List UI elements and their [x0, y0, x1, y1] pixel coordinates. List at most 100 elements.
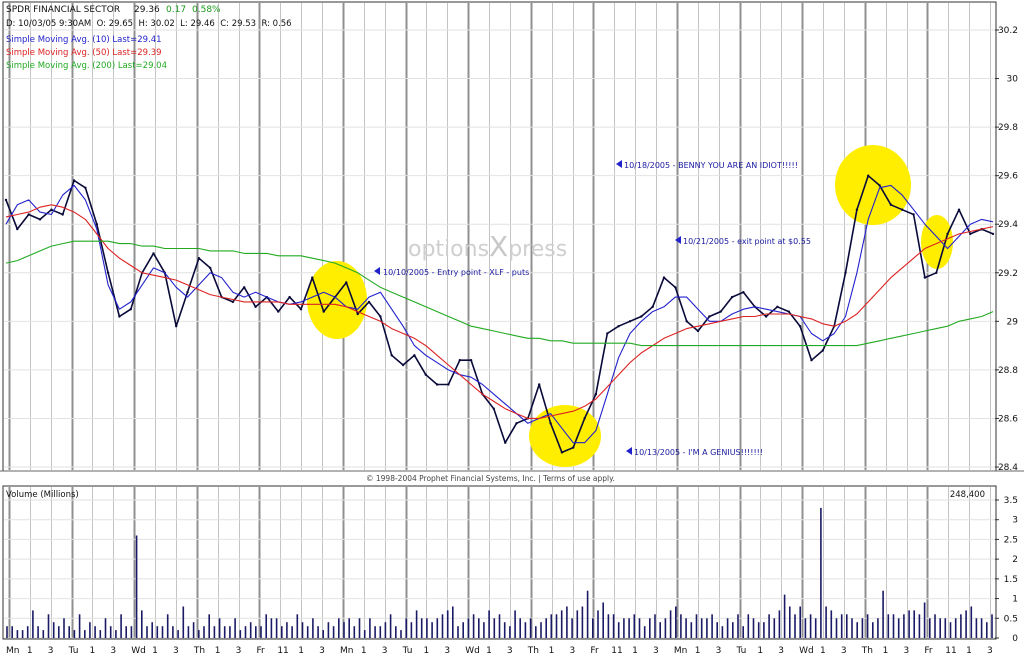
x-tick-label: 11 — [945, 646, 956, 656]
x-tick-label: 1 — [215, 646, 221, 656]
price-point — [469, 359, 473, 362]
x-tick-label: 3 — [319, 646, 325, 656]
price-point — [175, 325, 178, 328]
price-change-pct: 0.58% — [192, 5, 221, 15]
price-point — [50, 208, 53, 211]
price-point — [923, 276, 927, 279]
volume-tick-label: 0.5 — [1004, 614, 1018, 624]
annotation-genius-text: 10/13/2005 - I'M A GENIUS!!!!!!! — [634, 448, 763, 457]
volume-title: Volume (Millions) — [6, 490, 79, 500]
price-point — [61, 213, 64, 216]
price-point — [651, 305, 654, 308]
price-point — [458, 359, 461, 362]
price-point — [277, 310, 280, 313]
price-point — [798, 325, 802, 328]
price-point — [231, 300, 235, 304]
price-point — [617, 325, 620, 328]
price-point — [969, 232, 972, 236]
price-point — [424, 373, 427, 376]
price-change: 0.17 — [166, 5, 186, 15]
price-point — [549, 422, 552, 425]
price-point — [379, 315, 382, 318]
x-tick-label: 1 — [757, 646, 763, 656]
price-point — [572, 446, 575, 449]
price-point — [197, 257, 201, 260]
price-point — [810, 359, 813, 362]
x-tick-label: Wd — [131, 646, 146, 656]
price-point — [95, 223, 99, 226]
price-point — [288, 295, 291, 299]
x-tick-label: 1 — [298, 646, 304, 656]
x-tick-label: 3 — [444, 646, 450, 656]
x-tick-label: Fr — [256, 646, 265, 656]
x-tick-label: 1 — [152, 646, 158, 656]
x-tick-label: 11 — [277, 646, 288, 656]
price-point — [912, 213, 915, 216]
volume-tick-label: 1 — [1012, 595, 1018, 605]
price-point — [504, 441, 507, 444]
price-point — [435, 383, 439, 386]
price-point — [889, 203, 893, 206]
price-y-axis: 30.2 30 29.8 29.6 29.4 29.2 29 28.8 28.6 28.4 — [995, 26, 1018, 473]
price-point — [84, 186, 87, 189]
price-point — [935, 271, 938, 274]
price-point — [855, 208, 859, 211]
annotation-idiot: 10/18/2005 - BENNY YOU ARE AN IDIOT!!!!! — [616, 160, 798, 170]
highlight-idiot — [835, 145, 911, 225]
price-point — [696, 329, 700, 333]
price-point — [322, 310, 325, 313]
x-tick-label: 1 — [632, 646, 638, 656]
x-tick-label: 1 — [820, 646, 826, 656]
price-tick-label: 30.2 — [998, 26, 1018, 36]
x-tick-label: 1 — [89, 646, 95, 656]
x-tick-label: Fr — [924, 646, 933, 656]
x-tick-label: Th — [193, 646, 205, 656]
price-point — [538, 383, 541, 386]
x-tick-label: 3 — [904, 646, 910, 656]
symbol-title: SPDR FINANCIAL SECTOR — [6, 5, 120, 15]
x-tick-label: 11 — [611, 646, 622, 656]
price-tick-label: 28.6 — [998, 414, 1018, 424]
price-point — [16, 227, 19, 231]
price-point — [38, 218, 42, 221]
price-point — [345, 281, 348, 284]
x-tick-label: 1 — [423, 646, 429, 656]
price-point — [844, 271, 847, 274]
annotation-exit-text: 10/21/2005 - exit point at $0.55 — [683, 237, 811, 246]
x-tick-label: Tu — [402, 646, 413, 656]
x-tick-label: 3 — [173, 646, 179, 656]
price-point — [730, 295, 734, 299]
price-point — [867, 174, 870, 177]
x-tick-label: 1 — [486, 646, 492, 656]
x-tick-label: Th — [861, 646, 873, 656]
price-point — [492, 407, 495, 410]
price-point — [560, 451, 564, 454]
x-tick-label: 1 — [27, 646, 33, 656]
annotation-exit: 10/21/2005 - exit point at $0.55 — [675, 236, 811, 246]
price-tick-label: 29 — [1007, 317, 1019, 327]
price-point — [367, 300, 371, 304]
sma200-label: Simple Moving Avg. (200) Last=29.04 — [6, 61, 167, 71]
x-tick-label: 1 — [966, 646, 972, 656]
price-point — [957, 208, 961, 211]
sma50-label: Simple Moving Avg. (50) Last=29.39 — [6, 48, 162, 58]
price-point — [991, 232, 995, 236]
price-point — [685, 320, 688, 323]
price-tick-label: 28.4 — [998, 463, 1018, 473]
price-point — [4, 198, 8, 202]
annotation-genius: 10/13/2005 - I'M A GENIUS!!!!!!! — [626, 447, 763, 457]
x-tick-label: Mn — [674, 646, 687, 656]
ohlc-readout: D: 10/03/05 9:30AM O: 29.65 H: 30.02 L: … — [6, 19, 292, 29]
annotation-entry: 10/10/2005 - Entry point - XLF - puts — [374, 267, 529, 277]
x-tick-label: 1 — [883, 646, 889, 656]
x-tick-label: Tu — [68, 646, 79, 656]
volume-last: 248,400 — [950, 490, 985, 500]
price-point — [719, 310, 722, 313]
x-tick-label: 3 — [382, 646, 388, 656]
chart-svg: optionsXpress 30.23029.829.629.429.22928… — [0, 1, 1024, 656]
volume-y-axis: 3.5 3 2.5 2 1.5 1 0.5 0 — [995, 496, 1018, 644]
x-tick-label: 3 — [570, 646, 576, 656]
copyright-text: © 1998-2004 Prophet Financial Systems, I… — [366, 474, 615, 483]
price-point — [129, 308, 132, 311]
volume-tick-label: 2 — [1012, 555, 1018, 565]
